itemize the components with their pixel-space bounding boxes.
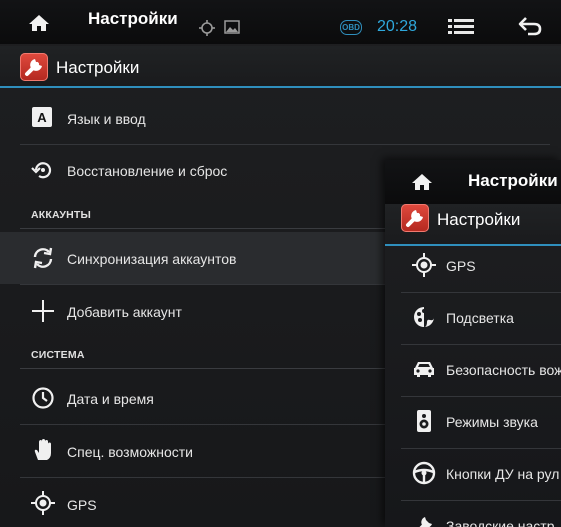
item-label: Заводские настр — [446, 518, 555, 527]
gps-icon — [412, 253, 436, 277]
status-time: 20:28 — [377, 18, 418, 35]
gps-icon — [31, 491, 55, 515]
wrench-icon — [419, 517, 432, 527]
item-label: Режимы звука — [446, 414, 538, 430]
obd-icon: OBD — [340, 20, 362, 35]
steering-wheel-icon — [412, 461, 436, 485]
list-item-gps[interactable]: GPS — [385, 241, 561, 291]
plus-icon — [32, 300, 54, 322]
app-title: Настройки — [56, 58, 140, 77]
backlight-icon — [414, 307, 434, 327]
list-item-steering[interactable]: Кнопки ДУ на рул — [385, 449, 561, 499]
settings-app-icon — [401, 204, 429, 232]
item-label: Язык и ввод — [67, 111, 146, 127]
status-bar: Настройки — [385, 160, 561, 204]
speaker-icon — [417, 410, 431, 432]
section-header-system: СИСТЕМА — [31, 349, 85, 361]
item-label: Подсветка — [446, 310, 514, 326]
status-bar: Настройки OBD 20:28 — [0, 0, 561, 44]
item-label: GPS — [446, 258, 476, 274]
restore-icon — [31, 162, 52, 179]
status-title: Настройки — [88, 9, 178, 28]
list-item-safety[interactable]: Безопасность вож — [385, 345, 561, 395]
home-icon[interactable] — [411, 173, 433, 191]
item-label: Восстановление и сброс — [67, 163, 228, 179]
item-label: Синхронизация аккаунтов — [67, 251, 237, 267]
sync-icon — [33, 247, 53, 269]
list-item-language[interactable]: A Язык и ввод — [0, 92, 561, 144]
home-icon[interactable] — [28, 14, 50, 32]
app-title: Настройки — [437, 210, 521, 229]
status-title: Настройки — [468, 171, 558, 190]
back-icon[interactable] — [518, 16, 542, 36]
item-label: Добавить аккаунт — [67, 304, 182, 320]
image-icon — [224, 20, 240, 34]
app-bar: Настройки — [0, 46, 561, 88]
item-label: Кнопки ДУ на рул — [446, 466, 560, 482]
clock-icon — [32, 387, 54, 409]
list-item-backlight[interactable]: Подсветка — [385, 293, 561, 343]
item-label: Безопасность вож — [446, 362, 561, 378]
menu-icon[interactable] — [448, 18, 474, 36]
app-bar: Настройки — [385, 204, 561, 246]
section-header-accounts: АККАУНТЫ — [31, 209, 91, 221]
hand-icon — [34, 439, 51, 460]
item-label: Спец. возможности — [67, 444, 193, 460]
list-item-sound[interactable]: Режимы звука — [385, 397, 561, 447]
item-label: GPS — [67, 497, 97, 513]
item-label: Дата и время — [67, 391, 154, 407]
gps-icon — [199, 20, 215, 36]
car-icon — [414, 362, 434, 377]
keyboard-icon: A — [32, 107, 52, 127]
settings-screen-overlay: Настройки Настройки GPS Подсветка Безопа… — [385, 160, 561, 527]
list-item-factory[interactable]: Заводские настр — [385, 501, 561, 527]
settings-app-icon — [20, 53, 48, 81]
